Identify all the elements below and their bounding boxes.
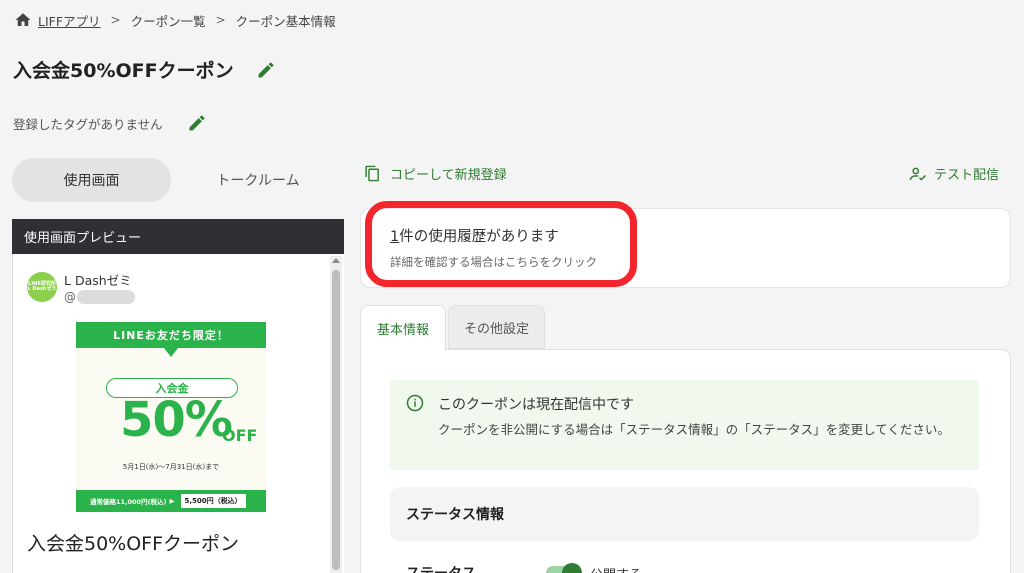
preview-scrollbar[interactable] xyxy=(330,256,342,573)
view-toggle-talk-room[interactable]: トークルーム xyxy=(176,158,340,202)
coupon-new-price: 5,500円（税込） xyxy=(180,494,246,508)
notice-title: このクーポンは現在配信中です xyxy=(438,397,634,413)
home-icon[interactable] xyxy=(14,11,32,29)
notice-text: クーポンを非公開にする場合は「ステータス情報」の「ステータス」を変更してください… xyxy=(438,422,950,437)
view-toggle-usage-screen[interactable]: 使用画面 xyxy=(12,158,171,202)
edit-tags-pencil-icon[interactable] xyxy=(187,113,207,133)
coupon-off: OFF xyxy=(222,426,258,445)
breadcrumb-liff-link[interactable]: LIFFアプリ xyxy=(38,11,101,30)
account-id-prefix: @ xyxy=(64,290,76,304)
status-info-title: ステータス情報 xyxy=(406,507,504,523)
account-avatar: LINE研究所 L Dashゼミ xyxy=(27,272,57,302)
copy-new-register-label: コピーして新規登録 xyxy=(390,168,507,183)
coupon-period: 5月1日(水)〜7月31日(水)まで xyxy=(122,463,220,471)
user-check-icon xyxy=(909,167,927,181)
breadcrumb: LIFFアプリ > クーポン一覧 > クーポン基本情報 xyxy=(14,10,336,30)
page-title-row: 入会金50%OFFクーポン xyxy=(13,56,276,83)
edit-title-pencil-icon[interactable] xyxy=(256,60,276,80)
tags-row: 登録したタグがありません xyxy=(13,113,207,133)
account-id: @ xyxy=(64,290,135,304)
test-send-button[interactable]: テスト配信 xyxy=(909,164,999,183)
tags-empty-text: 登録したタグがありません xyxy=(13,116,163,132)
coupon-banner-notch xyxy=(164,348,178,357)
preview-coupon-title: 入会金50%OFFクーポン xyxy=(27,533,240,555)
copy-new-register-button[interactable]: コピーして新規登録 xyxy=(364,164,507,183)
breadcrumb-coupon-list[interactable]: クーポン一覧 xyxy=(131,11,206,30)
coupon-price-strip: 通常価格11,000円(税込) ▶ 5,500円（税込） xyxy=(76,490,266,512)
preview-header: 使用画面プレビュー xyxy=(12,219,344,254)
tab-other-settings[interactable]: その他設定 xyxy=(448,305,545,349)
status-label: ステータス xyxy=(406,563,476,573)
coupon-arrow: ▶ xyxy=(169,497,175,505)
publish-toggle-label: 公開する xyxy=(590,564,642,573)
avatar-line2: L Dashゼミ xyxy=(27,286,57,292)
coupon-banner: LINEお友だち限定！ xyxy=(76,322,266,348)
coupon-image: LINEお友だち限定！ 入会金 50% OFF 5月1日(水)〜7月31日(水)… xyxy=(76,322,266,512)
coupon-regular-price: 通常価格11,000円(税込) xyxy=(90,498,167,506)
preview-scrollbar-thumb[interactable] xyxy=(332,270,340,570)
copy-icon xyxy=(365,165,379,182)
account-name: L Dashゼミ xyxy=(64,273,132,288)
publish-toggle-switch[interactable] xyxy=(546,563,582,573)
breadcrumb-current: クーポン基本情報 xyxy=(235,13,336,29)
breadcrumb-separator: > xyxy=(215,13,226,27)
account-id-blurred xyxy=(77,290,135,304)
test-send-label: テスト配信 xyxy=(934,168,1000,183)
coupon-percent: 50% xyxy=(120,392,233,448)
breadcrumb-separator: > xyxy=(110,13,121,27)
scroll-up-arrow-icon[interactable] xyxy=(332,258,340,263)
info-icon xyxy=(406,394,424,412)
red-highlight-annotation xyxy=(365,201,637,287)
status-info-section: ステータス情報 xyxy=(390,487,979,541)
page-title: 入会金50%OFFクーポン xyxy=(13,60,234,82)
distribution-notice: このクーポンは現在配信中です クーポンを非公開にする場合は「ステータス情報」の「… xyxy=(390,380,979,470)
tab-basic-info[interactable]: 基本情報 xyxy=(360,305,446,351)
